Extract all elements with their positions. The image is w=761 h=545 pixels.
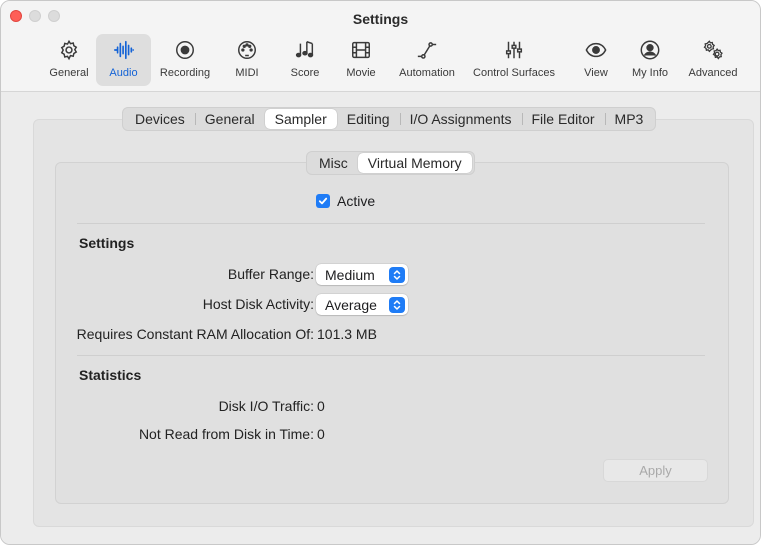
toolbar-label: Audio <box>109 67 138 79</box>
statistics-section-title: Statistics <box>79 367 142 383</box>
tab-editing[interactable]: Editing <box>337 109 400 129</box>
window-title: Settings <box>352 11 409 27</box>
toolbar-label: Recording <box>159 67 211 79</box>
active-checkbox[interactable] <box>316 194 330 208</box>
buffer-range-label: Buffer Range: <box>227 266 314 282</box>
subtab-misc[interactable]: Misc <box>309 153 358 173</box>
eye-icon <box>585 42 607 58</box>
settings-window: Settings General Audio Recording MIDI Sc… <box>0 0 761 545</box>
toolbar-movie[interactable]: Movie <box>335 34 387 86</box>
divider <box>77 355 705 356</box>
ram-allocation-label: Requires Constant RAM Allocation Of: <box>76 326 314 342</box>
subtab-virtual-memory[interactable]: Virtual Memory <box>357 153 472 173</box>
toolbar-label: View <box>584 67 608 79</box>
ram-allocation-value: 101.3 MB <box>317 326 377 342</box>
sampler-subtab-bar: Misc Virtual Memory <box>306 151 475 175</box>
disk-io-traffic-label: Disk I/O Traffic: <box>218 398 314 414</box>
audio-tab-bar: Devices General Sampler Editing I/O Assi… <box>122 107 657 131</box>
disk-io-traffic-value: 0 <box>317 398 325 414</box>
toolbar-label: Control Surfaces <box>473 67 555 79</box>
tab-devices[interactable]: Devices <box>125 109 195 129</box>
midi-icon <box>238 41 256 59</box>
not-read-value: 0 <box>317 426 325 442</box>
tab-io-assignments[interactable]: I/O Assignments <box>399 109 522 129</box>
toolbar-general[interactable]: General <box>38 34 100 86</box>
toolbar-my-info[interactable]: My Info <box>625 34 675 86</box>
toolbar-label: Score <box>290 67 320 79</box>
active-checkbox-label: Active <box>337 193 376 209</box>
settings-section-title: Settings <box>79 235 135 251</box>
host-disk-activity-popup[interactable]: Average <box>316 294 408 315</box>
divider <box>77 223 705 224</box>
toolbar-label: Movie <box>346 67 376 79</box>
waveform-icon <box>113 40 134 60</box>
checkmark-icon <box>318 197 328 205</box>
host-disk-activity-label: Host Disk Activity: <box>202 296 314 312</box>
tab-sampler[interactable]: Sampler <box>264 109 337 129</box>
toolbar-midi[interactable]: MIDI <box>223 34 271 86</box>
popup-arrows-icon <box>389 296 405 313</box>
film-icon <box>352 41 370 59</box>
toolbar-label: MIDI <box>235 67 259 79</box>
toolbar-automation[interactable]: Automation <box>393 34 461 86</box>
sliders-icon <box>505 41 523 59</box>
person-icon <box>640 40 660 60</box>
tab-general[interactable]: General <box>194 109 265 129</box>
toolbar-audio[interactable]: Audio <box>96 34 151 86</box>
toolbar-label: Automation <box>399 67 455 79</box>
gear-icon <box>60 39 78 61</box>
apply-button[interactable]: Apply <box>603 459 708 482</box>
tab-file-editor[interactable]: File Editor <box>521 109 605 129</box>
gears-icon <box>703 40 723 60</box>
automation-icon <box>417 42 437 59</box>
buffer-range-popup[interactable]: Medium <box>316 264 408 285</box>
toolbar-advanced[interactable]: Advanced <box>683 34 743 86</box>
toolbar-view[interactable]: View <box>575 34 617 86</box>
buffer-range-value: Medium <box>325 266 375 283</box>
popup-arrows-icon <box>389 266 405 283</box>
toolbar-label: Advanced <box>688 67 738 79</box>
host-disk-activity-value: Average <box>325 296 377 313</box>
record-icon <box>176 41 194 59</box>
not-read-label: Not Read from Disk in Time: <box>138 426 314 442</box>
tab-mp3[interactable]: MP3 <box>604 109 654 129</box>
toolbar-recording[interactable]: Recording <box>153 34 217 86</box>
score-icon <box>295 41 314 58</box>
active-checkbox-row[interactable]: Active <box>316 193 375 209</box>
toolbar-score[interactable]: Score <box>281 34 329 86</box>
toolbar: Settings General Audio Recording MIDI Sc… <box>1 1 760 92</box>
toolbar-control-surfaces[interactable]: Control Surfaces <box>466 34 562 86</box>
toolbar-label: General <box>49 67 89 79</box>
toolbar-label: My Info <box>631 67 669 79</box>
